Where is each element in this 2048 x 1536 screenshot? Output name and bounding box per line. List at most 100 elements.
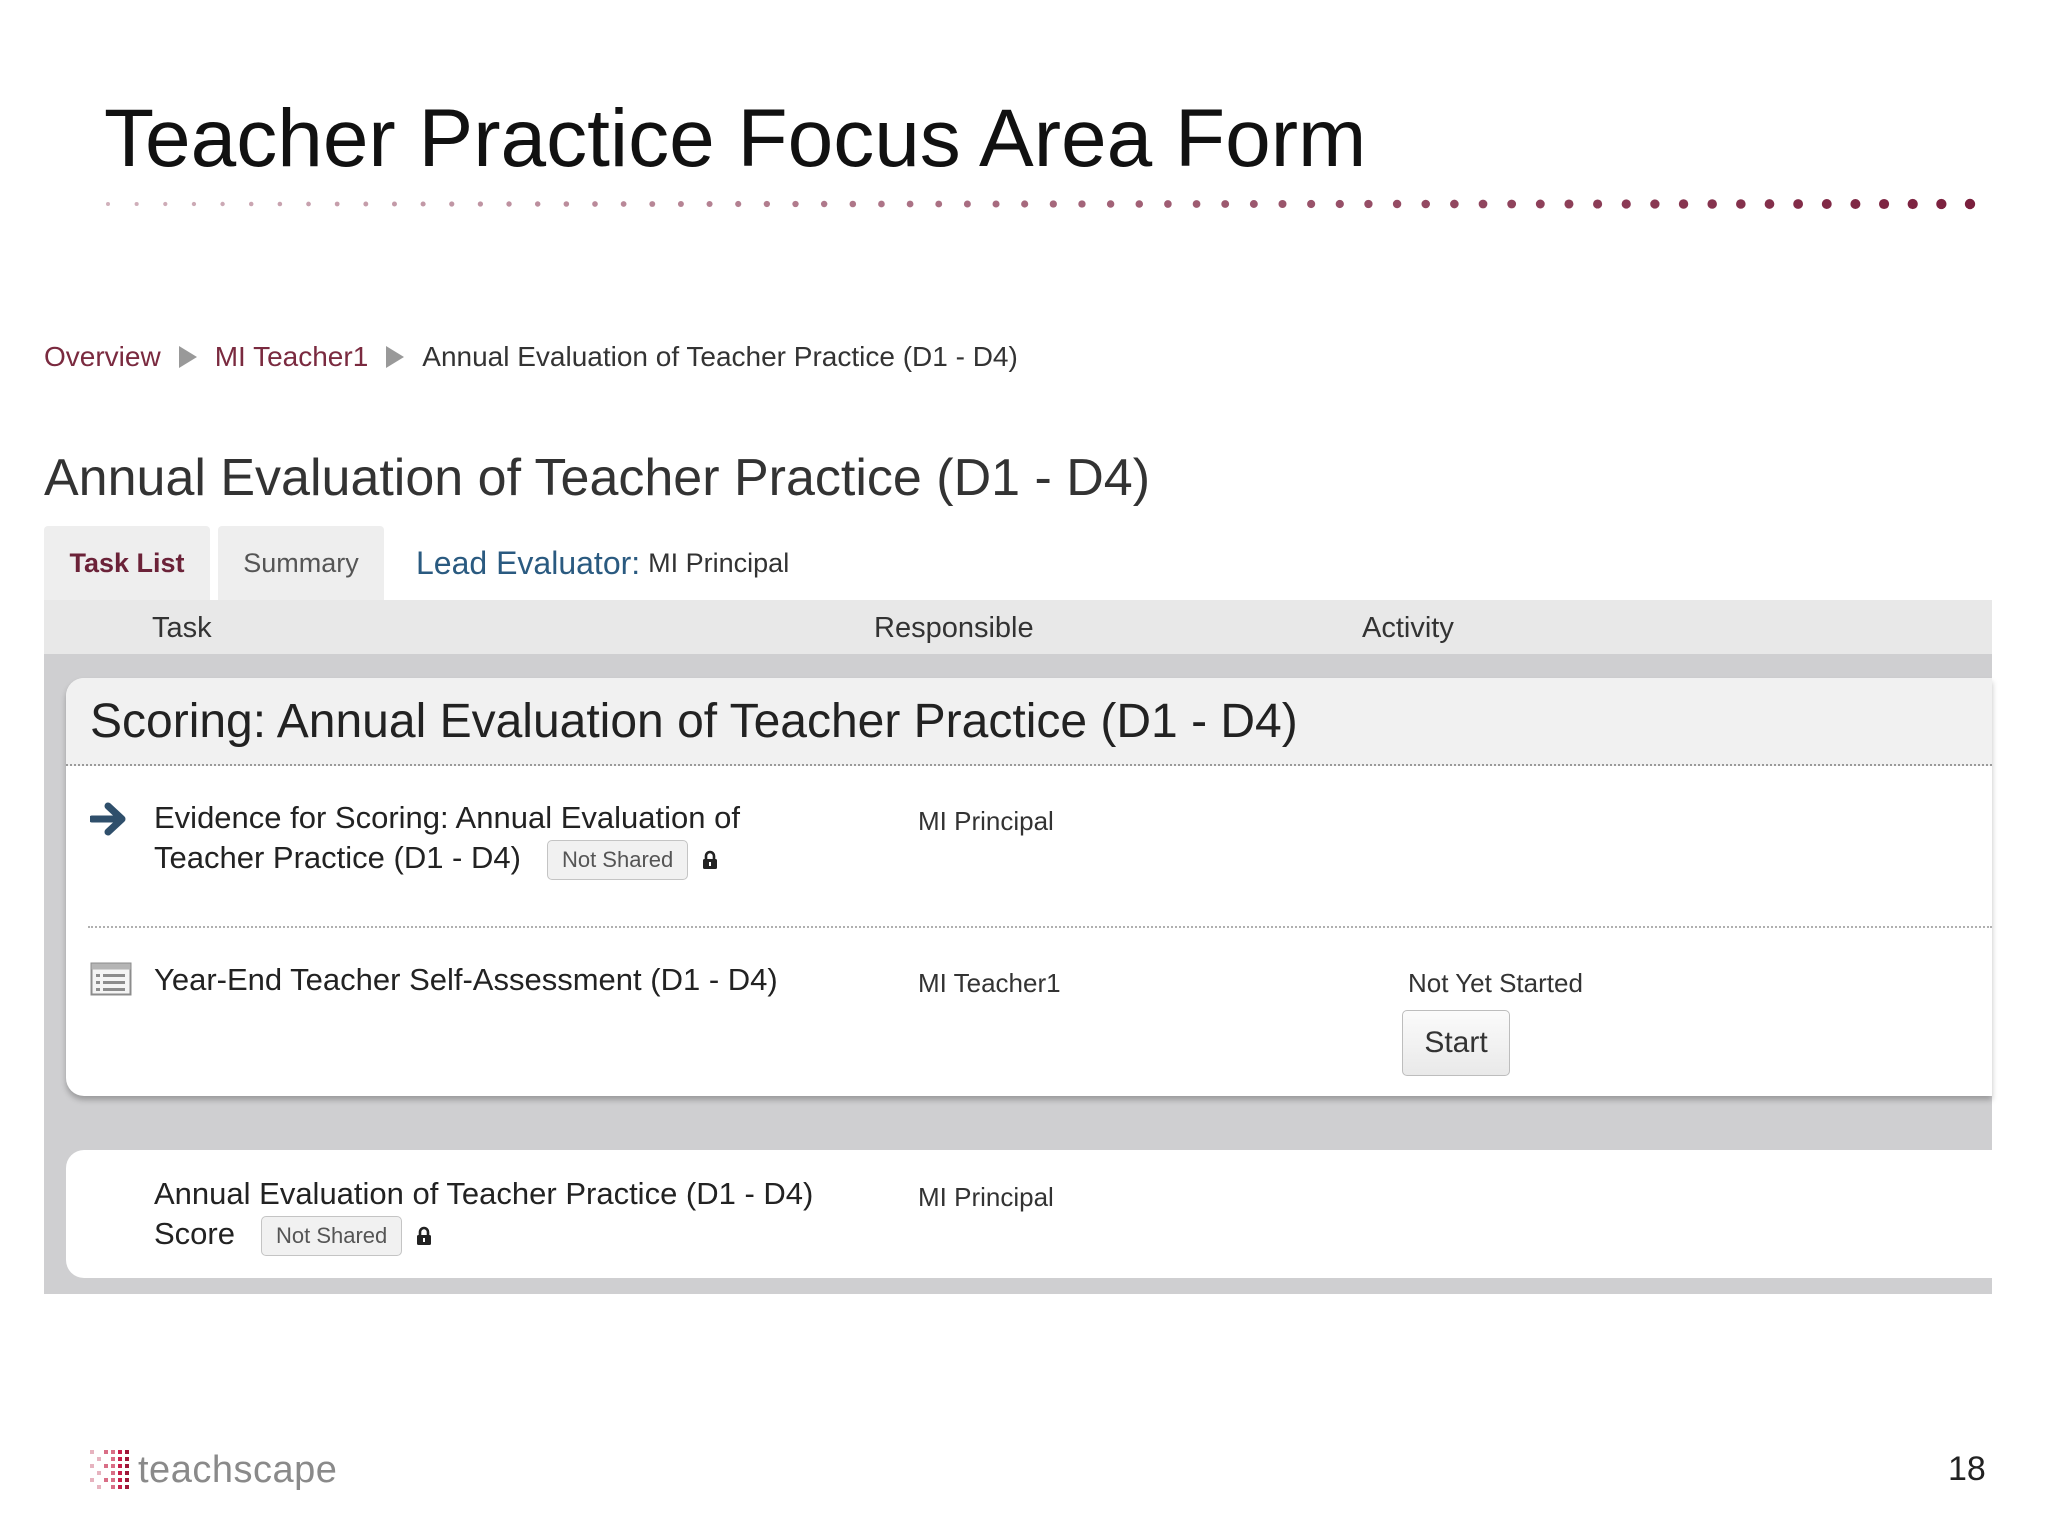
page-number: 18 xyxy=(1948,1450,1986,1488)
divider-dot xyxy=(1964,198,1976,210)
divider-dot xyxy=(820,200,828,208)
divider-dot xyxy=(735,200,742,208)
logo-dot xyxy=(104,1478,108,1482)
task-name-line: Annual Evaluation of Teacher Practice (D… xyxy=(154,1176,814,1211)
divider-dot xyxy=(534,201,541,207)
table-row[interactable]: Year-End Teacher Self-Assessment (D1 - D… xyxy=(66,928,1992,1088)
dot-grid-logo-icon xyxy=(90,1450,129,1489)
divider-dot xyxy=(1879,198,1890,210)
lead-evaluator-value: MI Principal xyxy=(648,547,790,578)
divider-dot xyxy=(1478,199,1488,209)
logo-dot xyxy=(97,1457,101,1461)
divider-dot xyxy=(1621,199,1631,209)
teachscape-logo: teachscape xyxy=(88,1448,337,1492)
column-header-task: Task xyxy=(152,612,212,644)
logo-dot xyxy=(118,1471,122,1475)
arrow-right-icon xyxy=(90,802,126,836)
divider-dot xyxy=(1335,199,1344,209)
lock-icon xyxy=(703,850,718,869)
tab-task-list[interactable]: Task List xyxy=(44,526,210,600)
divider-dot xyxy=(134,201,139,207)
column-header-responsible: Responsible xyxy=(874,612,1034,644)
divider-dot xyxy=(1936,198,1947,210)
divider-dot xyxy=(1392,199,1402,209)
task-name-line-text: Teacher Practice (D1 - D4) xyxy=(154,840,521,875)
logo-dot xyxy=(111,1478,115,1482)
divider-dot xyxy=(1078,200,1086,208)
logo-dot xyxy=(90,1478,94,1482)
scoring-section-header: Scoring: Annual Evaluation of Teacher Pr… xyxy=(66,678,1992,766)
divider-dot xyxy=(306,201,311,207)
logo-dot xyxy=(118,1464,122,1468)
divider-dot xyxy=(592,201,598,207)
divider-dot xyxy=(191,201,197,207)
task-table-header: Task Responsible Activity xyxy=(44,600,1992,654)
breadcrumb-overview-link[interactable]: Overview xyxy=(44,341,161,373)
divider-dot xyxy=(1593,199,1603,209)
score-card: Annual Evaluation of Teacher Practice (D… xyxy=(66,1150,1992,1278)
logo-dot xyxy=(104,1450,108,1454)
not-shared-badge: Not Shared xyxy=(546,839,689,880)
logo-text: teachscape xyxy=(138,1448,338,1491)
divider-dot xyxy=(449,201,455,207)
logo-dot xyxy=(111,1457,115,1461)
breadcrumb-teacher-link[interactable]: MI Teacher1 xyxy=(215,341,369,373)
logo-dot xyxy=(118,1450,122,1454)
logo-dot xyxy=(125,1464,129,1468)
logo-dot xyxy=(125,1485,129,1489)
tab-summary[interactable]: Summary xyxy=(218,526,384,600)
divider-dot xyxy=(1793,199,1804,209)
logo-dot xyxy=(111,1464,115,1468)
divider-dot xyxy=(277,201,283,207)
scoring-section-title: Scoring: Annual Evaluation of Teacher Pr… xyxy=(90,695,1298,748)
divider-dot xyxy=(1450,199,1459,209)
dotted-divider xyxy=(106,198,1976,210)
activity-status: Not Yet Started xyxy=(1408,968,1583,998)
logo-dot xyxy=(118,1457,122,1461)
logo-dot xyxy=(90,1464,94,1468)
logo-dot xyxy=(97,1471,101,1475)
task-name[interactable]: Evidence for Scoring: Annual Evaluation … xyxy=(154,798,740,880)
divider-dot xyxy=(1764,199,1775,209)
table-row[interactable]: Evidence for Scoring: Annual Evaluation … xyxy=(66,766,1992,926)
divider-dot xyxy=(1049,200,1057,208)
divider-dot xyxy=(677,201,684,207)
logo-dot xyxy=(125,1457,129,1461)
scoring-section-card: Scoring: Annual Evaluation of Teacher Pr… xyxy=(66,678,1992,1096)
divider-dot xyxy=(1249,200,1258,208)
logo-dot xyxy=(104,1464,108,1468)
logo-dot xyxy=(90,1450,94,1454)
divider-dot xyxy=(334,201,340,207)
task-name-line-2: Teacher Practice (D1 - D4) Not Shared xyxy=(154,838,740,880)
divider-dot xyxy=(106,202,110,206)
breadcrumb-separator-icon xyxy=(386,346,405,368)
divider-dot xyxy=(1192,200,1201,208)
divider-dot xyxy=(1821,199,1832,209)
logo-dot xyxy=(111,1450,115,1454)
page-heading: Annual Evaluation of Teacher Practice (D… xyxy=(44,449,1151,507)
breadcrumb-separator-icon xyxy=(178,346,197,368)
start-button[interactable]: Start xyxy=(1402,1010,1510,1076)
divider-dot xyxy=(1650,199,1660,209)
divider-dot xyxy=(1307,199,1316,209)
logo-dot xyxy=(118,1478,122,1482)
lead-evaluator-label: Lead Evaluator: xyxy=(416,544,641,581)
task-name-line-text: Score xyxy=(154,1216,235,1251)
logo-dot xyxy=(125,1450,129,1454)
task-name-line: Evidence for Scoring: Annual Evaluation … xyxy=(154,800,740,835)
divider-dot xyxy=(420,201,426,207)
breadcrumb: Overview MI Teacher1 Annual Evaluation o… xyxy=(44,340,1018,374)
task-name[interactable]: Year-End Teacher Self-Assessment (D1 - D… xyxy=(154,960,778,1000)
divider-dot xyxy=(163,201,168,207)
logo-dot xyxy=(125,1478,129,1482)
breadcrumb-current: Annual Evaluation of Teacher Practice (D… xyxy=(422,341,1018,372)
not-shared-badge: Not Shared xyxy=(260,1215,403,1256)
divider-dot xyxy=(878,200,885,208)
divider-dot xyxy=(363,201,369,207)
logo-dot xyxy=(111,1485,115,1489)
divider-dot xyxy=(649,201,656,207)
divider-dot xyxy=(1278,199,1287,209)
task-name[interactable]: Annual Evaluation of Teacher Practice (D… xyxy=(154,1174,813,1256)
divider-dot xyxy=(1364,199,1373,209)
divider-dot xyxy=(506,201,512,207)
